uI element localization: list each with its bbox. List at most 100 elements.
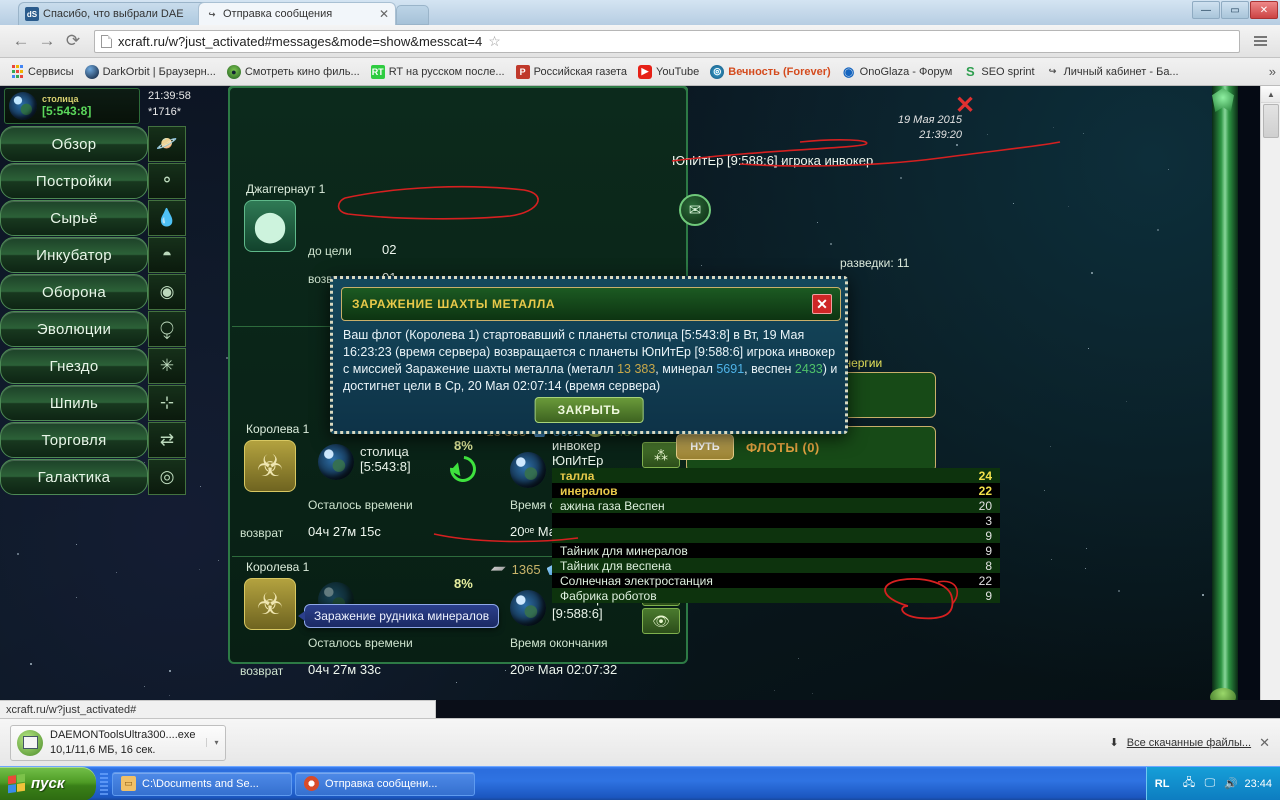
- building-name: ажина газа Веспен: [560, 498, 665, 513]
- dna-icon[interactable]: ⧬: [148, 311, 186, 347]
- building-name: Солнечная электростанция: [560, 573, 713, 588]
- maximize-button[interactable]: ▭: [1221, 1, 1249, 19]
- reload-icon[interactable]: ⟳: [60, 28, 86, 54]
- chevron-down-icon[interactable]: ▾: [205, 738, 219, 747]
- trade-icon[interactable]: ⇄: [148, 422, 186, 458]
- fleet-detail-icon[interactable]: ⁂: [642, 442, 680, 468]
- download-bar: DAEMONToolsUltra300....exe 10,1/11,6 МБ,…: [0, 718, 1280, 766]
- show-all-downloads-link[interactable]: Все скачанные файлы...: [1127, 737, 1251, 749]
- modal-close-icon[interactable]: ✕: [812, 294, 832, 314]
- forward-icon[interactable]: →: [34, 28, 60, 54]
- page-scrollbar[interactable]: ▲: [1260, 86, 1280, 700]
- value-end-time: 20ᵒᵉ Мая 02:07:32: [510, 662, 618, 677]
- bookmark-servicy[interactable]: Сервисы: [6, 63, 78, 81]
- bookmark-forever[interactable]: ◎ Вечность (Forever): [706, 63, 834, 81]
- modal-close-button[interactable]: ЗАКРЫТЬ: [534, 397, 644, 423]
- saturn-icon[interactable]: 🪐: [148, 126, 186, 162]
- download-item[interactable]: DAEMONToolsUltra300....exe 10,1/11,6 МБ,…: [10, 724, 226, 761]
- mission-tooltip: Заражение рудника минералов: [297, 604, 500, 628]
- building-row[interactable]: 3: [552, 513, 1000, 528]
- game-clock: 21:39:58 *1716*: [148, 88, 206, 124]
- taskbar-task-explorer[interactable]: ▭ C:\Documents and Se...: [112, 771, 292, 796]
- tab-close-icon[interactable]: ✕: [379, 7, 389, 21]
- web-icon[interactable]: ✳: [148, 348, 186, 384]
- building-row[interactable]: 9: [552, 528, 1000, 543]
- bookmark-rt[interactable]: RT RT на русском после...: [367, 63, 509, 81]
- sidebar-item-gnezdo[interactable]: Гнездо: [0, 348, 148, 384]
- planet-header[interactable]: столица [5:543:8]: [4, 88, 140, 124]
- target-planet-icon[interactable]: [510, 590, 546, 626]
- game-viewport: ▲ столица [5:543:8] 21:39:58 *1716* Обзо…: [0, 86, 1280, 700]
- bookmark-kino[interactable]: ● Смотреть кино филь...: [223, 63, 364, 81]
- close-window-button[interactable]: ✕: [1250, 1, 1278, 19]
- building-row[interactable]: ажина газа Веспен 20: [552, 498, 1000, 513]
- building-level: 8: [985, 558, 992, 573]
- bookmark-youtube[interactable]: ▶ YouTube: [634, 63, 703, 81]
- building-row[interactable]: инералов 22: [552, 483, 1000, 498]
- close-download-bar-icon[interactable]: ✕: [1259, 735, 1270, 751]
- juggernaut-icon[interactable]: ⬤: [244, 200, 296, 252]
- sidebar-item-evolucii[interactable]: Эволюции: [0, 311, 148, 347]
- dragonfly-icon[interactable]: ⊹: [148, 385, 186, 421]
- bookmark-label: Сервисы: [28, 65, 74, 78]
- scrollbar-thumb[interactable]: [1263, 104, 1279, 138]
- sidebar-item-oborona[interactable]: Оборона: [0, 274, 148, 310]
- bookmark-lk[interactable]: ↪ Личный кабинет - Ба...: [1042, 63, 1183, 81]
- bookmark-star-icon[interactable]: ☆: [488, 33, 501, 50]
- window-controls: — ▭ ✕: [1192, 1, 1278, 19]
- scroll-up-icon[interactable]: ▲: [1261, 86, 1280, 103]
- galaxy-icon[interactable]: ◎: [148, 459, 186, 495]
- shell-icon[interactable]: ◉: [148, 274, 186, 310]
- browser-tab-2[interactable]: ↪ Отправка сообщения ✕: [198, 2, 396, 25]
- mail-icon[interactable]: ✉: [679, 194, 711, 226]
- sidebar-item-postroyki[interactable]: Постройки: [0, 163, 148, 199]
- building-row[interactable]: Тайник для веспена 8: [552, 558, 1000, 573]
- egg-icon[interactable]: ◓: [148, 237, 186, 273]
- building-row[interactable]: Фабрика роботов 9: [552, 588, 1000, 603]
- bookmark-rg[interactable]: Р Российская газета: [512, 63, 631, 81]
- modal-body: Ваш флот (Королева 1) стартовавший с пла…: [343, 327, 841, 395]
- bookmarks-overflow-icon[interactable]: »: [1269, 64, 1276, 79]
- sidebar-item-shpil[interactable]: Шпиль: [0, 385, 148, 421]
- volume-icon[interactable]: 🔊: [1223, 777, 1238, 791]
- origin-planet-icon[interactable]: [318, 444, 354, 480]
- cells-icon[interactable]: ⚬: [148, 163, 186, 199]
- download-bar-right: ⬇ Все скачанные файлы... ✕: [1110, 735, 1270, 751]
- start-button[interactable]: пуск: [0, 766, 96, 800]
- sidebar-item-inkubator[interactable]: Инкубатор: [0, 237, 148, 273]
- bookmark-darkorbit[interactable]: DarkOrbit | Браузерн...: [81, 63, 220, 81]
- sidebar-item-torgovlya[interactable]: Торговля: [0, 422, 148, 458]
- sidebar-item-label: Оборона: [41, 283, 106, 301]
- bookmark-label: SEO sprint: [981, 65, 1035, 78]
- back-icon[interactable]: ←: [8, 28, 34, 54]
- minimize-button[interactable]: —: [1192, 1, 1220, 19]
- sidebar-item-galaktika[interactable]: Галактика: [0, 459, 148, 495]
- sidebar-item-syrye[interactable]: Сырьё: [0, 200, 148, 236]
- building-level: 9: [985, 588, 992, 603]
- tray-clock[interactable]: 23:44: [1244, 778, 1272, 790]
- network-icon[interactable]: 🖧: [1181, 777, 1196, 791]
- droplet-icon[interactable]: 💧: [148, 200, 186, 236]
- monitor-icon[interactable]: 🖵: [1202, 777, 1217, 791]
- new-tab-button[interactable]: [396, 5, 429, 25]
- taskbar-task-chrome[interactable]: Отправка сообщени...: [295, 771, 475, 796]
- modal-vespen-value: 2433: [794, 362, 823, 376]
- report-date: 19 Мая 2015: [897, 114, 962, 126]
- taskbar-grip[interactable]: [100, 772, 108, 795]
- eye-icon[interactable]: 👁: [642, 608, 680, 634]
- language-indicator[interactable]: RL: [1155, 778, 1170, 790]
- building-row[interactable]: талла 24: [552, 468, 1000, 483]
- target-planet-icon[interactable]: [510, 452, 546, 488]
- address-bar[interactable]: xcraft.ru/w?just_activated#messages&mode…: [94, 29, 1240, 53]
- bookmark-seosprint[interactable]: S SEO sprint: [959, 63, 1038, 81]
- label-return: возврат: [240, 664, 284, 678]
- biohazard-icon[interactable]: ☣: [244, 440, 296, 492]
- chrome-menu-icon[interactable]: [1248, 29, 1272, 53]
- bookmark-onoglaza[interactable]: ◉ OnoGlaza - Форум: [838, 63, 957, 81]
- biohazard-icon[interactable]: ☣: [244, 578, 296, 630]
- expand-button[interactable]: НУТЬ: [676, 434, 734, 460]
- building-row[interactable]: Тайник для минералов 9: [552, 543, 1000, 558]
- sidebar-item-obzor[interactable]: Обзор: [0, 126, 148, 162]
- label-remaining: Осталось времени: [308, 498, 413, 512]
- building-row[interactable]: Солнечная электростанция 22: [552, 573, 1000, 588]
